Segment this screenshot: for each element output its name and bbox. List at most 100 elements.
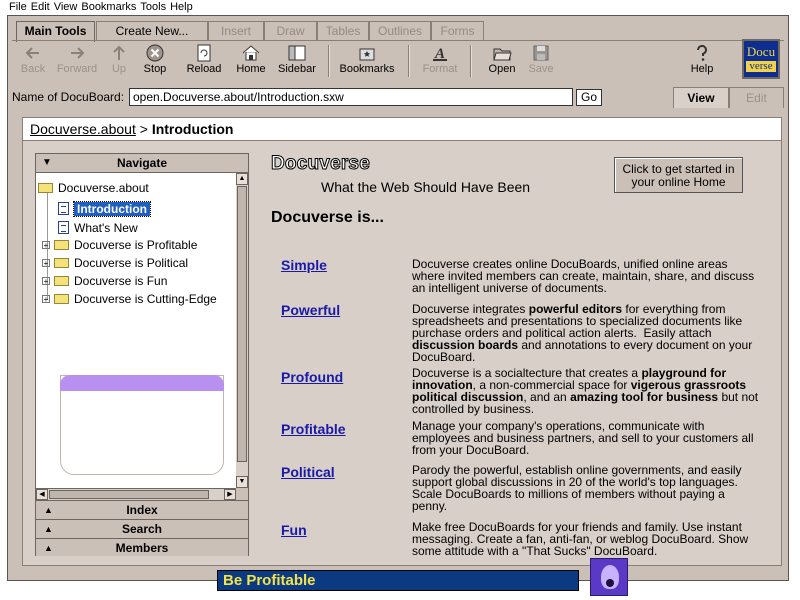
breadcrumb-link-docuverse-about[interactable]: Docuverse.about: [30, 121, 136, 137]
menu-tools[interactable]: Tools: [140, 0, 166, 14]
back-button[interactable]: Back: [18, 41, 48, 75]
reload-icon: [197, 44, 211, 62]
expand-triangle-icon: ▲: [44, 524, 53, 534]
docuverse-logo[interactable]: Docu verse: [742, 39, 780, 79]
open-label: Open: [488, 63, 516, 75]
navigate-header[interactable]: ▼ Navigate: [36, 154, 248, 173]
breadcrumb-current: Introduction: [151, 121, 234, 137]
help-button[interactable]: Help: [688, 41, 716, 75]
tree-item-whats-new[interactable]: What's New: [58, 220, 138, 236]
home-icon: [242, 45, 260, 61]
tree-folder-cutting-edge[interactable]: + Docuverse is Cutting-Edge: [42, 291, 217, 307]
tree-horizontal-scrollbar[interactable]: ◀ ▶: [36, 488, 236, 500]
accordion-search[interactable]: ▲ Search: [36, 519, 248, 537]
tree-item-label: Introduction: [73, 201, 151, 217]
tab-main-tools[interactable]: Main Tools: [16, 21, 95, 42]
feature-desc-political: Parody the powerful, establish online go…: [412, 463, 742, 513]
stop-button[interactable]: Stop: [140, 41, 170, 75]
go-button[interactable]: Go: [576, 89, 602, 106]
bookmarks-label: Bookmarks: [339, 63, 395, 75]
format-button[interactable]: A Format: [420, 41, 460, 75]
accordion-index[interactable]: ▲ Index: [36, 500, 248, 518]
stop-icon: [146, 44, 164, 62]
sidebar-button[interactable]: Sidebar: [276, 41, 318, 75]
help-label: Help: [690, 63, 714, 75]
feature-link-profound[interactable]: Profound: [281, 369, 343, 385]
tree-folder-political[interactable]: + Docuverse is Political: [42, 255, 188, 271]
stop-label: Stop: [143, 63, 167, 75]
promo-banner[interactable]: Be Profitable: [217, 570, 579, 591]
tree-node-root[interactable]: Docuverse.about: [38, 180, 149, 196]
tab-outlines[interactable]: Outlines: [369, 21, 431, 40]
accordion-members[interactable]: ▲ Members: [36, 538, 248, 556]
forward-button[interactable]: Forward: [56, 41, 98, 75]
feature-link-profitable[interactable]: Profitable: [281, 421, 346, 437]
reload-button[interactable]: Reload: [184, 41, 224, 75]
save-label: Save: [528, 63, 554, 75]
scroll-thumb[interactable]: [237, 186, 247, 462]
tree-folder-profitable[interactable]: + Docuverse is Profitable: [42, 237, 197, 253]
docuboard-address-input[interactable]: [129, 88, 573, 106]
expand-plus-icon[interactable]: +: [42, 294, 50, 303]
scroll-up-icon[interactable]: ▲: [236, 173, 248, 185]
tab-insert[interactable]: Insert: [208, 21, 264, 40]
home-label: Home: [236, 63, 266, 75]
menu-bar: File Edit View Bookmarks Tools Help: [0, 0, 800, 14]
tab-create-new[interactable]: Create New...: [96, 21, 208, 40]
expand-plus-icon[interactable]: +: [42, 258, 50, 267]
menu-file[interactable]: File: [9, 0, 27, 14]
save-button[interactable]: Save: [526, 41, 556, 75]
feature-desc-simple: Docuverse creates online DocuBoards, uni…: [412, 257, 755, 295]
tab-view[interactable]: View: [673, 87, 729, 108]
toolbar-separator: [408, 45, 410, 77]
expand-plus-icon[interactable]: +: [42, 276, 50, 285]
menu-edit[interactable]: Edit: [31, 0, 50, 14]
navigation-tree: Docuverse.about Introduction What's New …: [36, 173, 237, 488]
scroll-down-icon[interactable]: ▼: [236, 476, 248, 488]
menu-bookmarks[interactable]: Bookmarks: [81, 0, 136, 14]
tree-item-label: What's New: [74, 221, 138, 235]
tab-draw[interactable]: Draw: [264, 21, 317, 40]
get-started-button[interactable]: Click to get started in your online Home: [614, 157, 743, 193]
up-label: Up: [111, 63, 127, 75]
scroll-right-icon[interactable]: ▶: [224, 489, 236, 500]
format-text-icon: A: [433, 46, 447, 62]
scroll-thumb[interactable]: [49, 490, 209, 499]
back-arrow-icon: [25, 47, 39, 59]
toolbar-separator: [470, 45, 472, 77]
expand-plus-icon[interactable]: +: [42, 240, 50, 249]
feature-link-fun[interactable]: Fun: [281, 522, 307, 538]
feature-link-simple[interactable]: Simple: [281, 257, 327, 273]
feature-link-political[interactable]: Political: [281, 464, 335, 480]
tab-tables[interactable]: Tables: [317, 21, 369, 40]
open-button[interactable]: Open: [486, 41, 518, 75]
toolbar-separator: [328, 45, 330, 77]
folder-icon: [54, 257, 69, 268]
folder-icon: [54, 275, 69, 286]
address-label: Name of DocuBoard:: [12, 90, 125, 104]
tree-folder-fun[interactable]: + Docuverse is Fun: [42, 273, 167, 289]
brand-title: Docuverse: [271, 153, 371, 175]
screaming-face-icon[interactable]: [590, 558, 628, 596]
navigate-panel: ▼ Navigate Docuverse.about Introduction …: [35, 153, 249, 556]
menu-help[interactable]: Help: [170, 0, 193, 14]
bookmarks-button[interactable]: Bookmarks: [338, 41, 396, 75]
tree-vertical-scrollbar[interactable]: ▲ ▼: [236, 173, 248, 488]
scroll-left-icon[interactable]: ◀: [36, 489, 48, 500]
widget-title-bar: [60, 375, 224, 391]
home-button[interactable]: Home: [236, 41, 266, 75]
document-icon: [58, 202, 69, 216]
tree-folder-label: Docuverse is Cutting-Edge: [74, 292, 217, 306]
folder-icon: [54, 239, 69, 250]
menu-view[interactable]: View: [54, 0, 78, 14]
tree-item-introduction[interactable]: Introduction: [58, 201, 151, 217]
feature-desc-powerful: Docuverse integrates powerful editors fo…: [412, 302, 753, 364]
feature-desc-profitable: Manage your company's operations, commun…: [412, 419, 754, 457]
feature-link-powerful[interactable]: Powerful: [281, 302, 340, 318]
tab-edit[interactable]: Edit: [729, 87, 784, 108]
feature-desc-fun: Make free DocuBoards for your friends an…: [412, 520, 749, 558]
up-button[interactable]: Up: [109, 41, 129, 75]
tab-forms[interactable]: Forms: [431, 21, 484, 40]
breadcrumb: Docuverse.about > Introduction: [23, 118, 781, 141]
document-icon: [58, 221, 69, 235]
